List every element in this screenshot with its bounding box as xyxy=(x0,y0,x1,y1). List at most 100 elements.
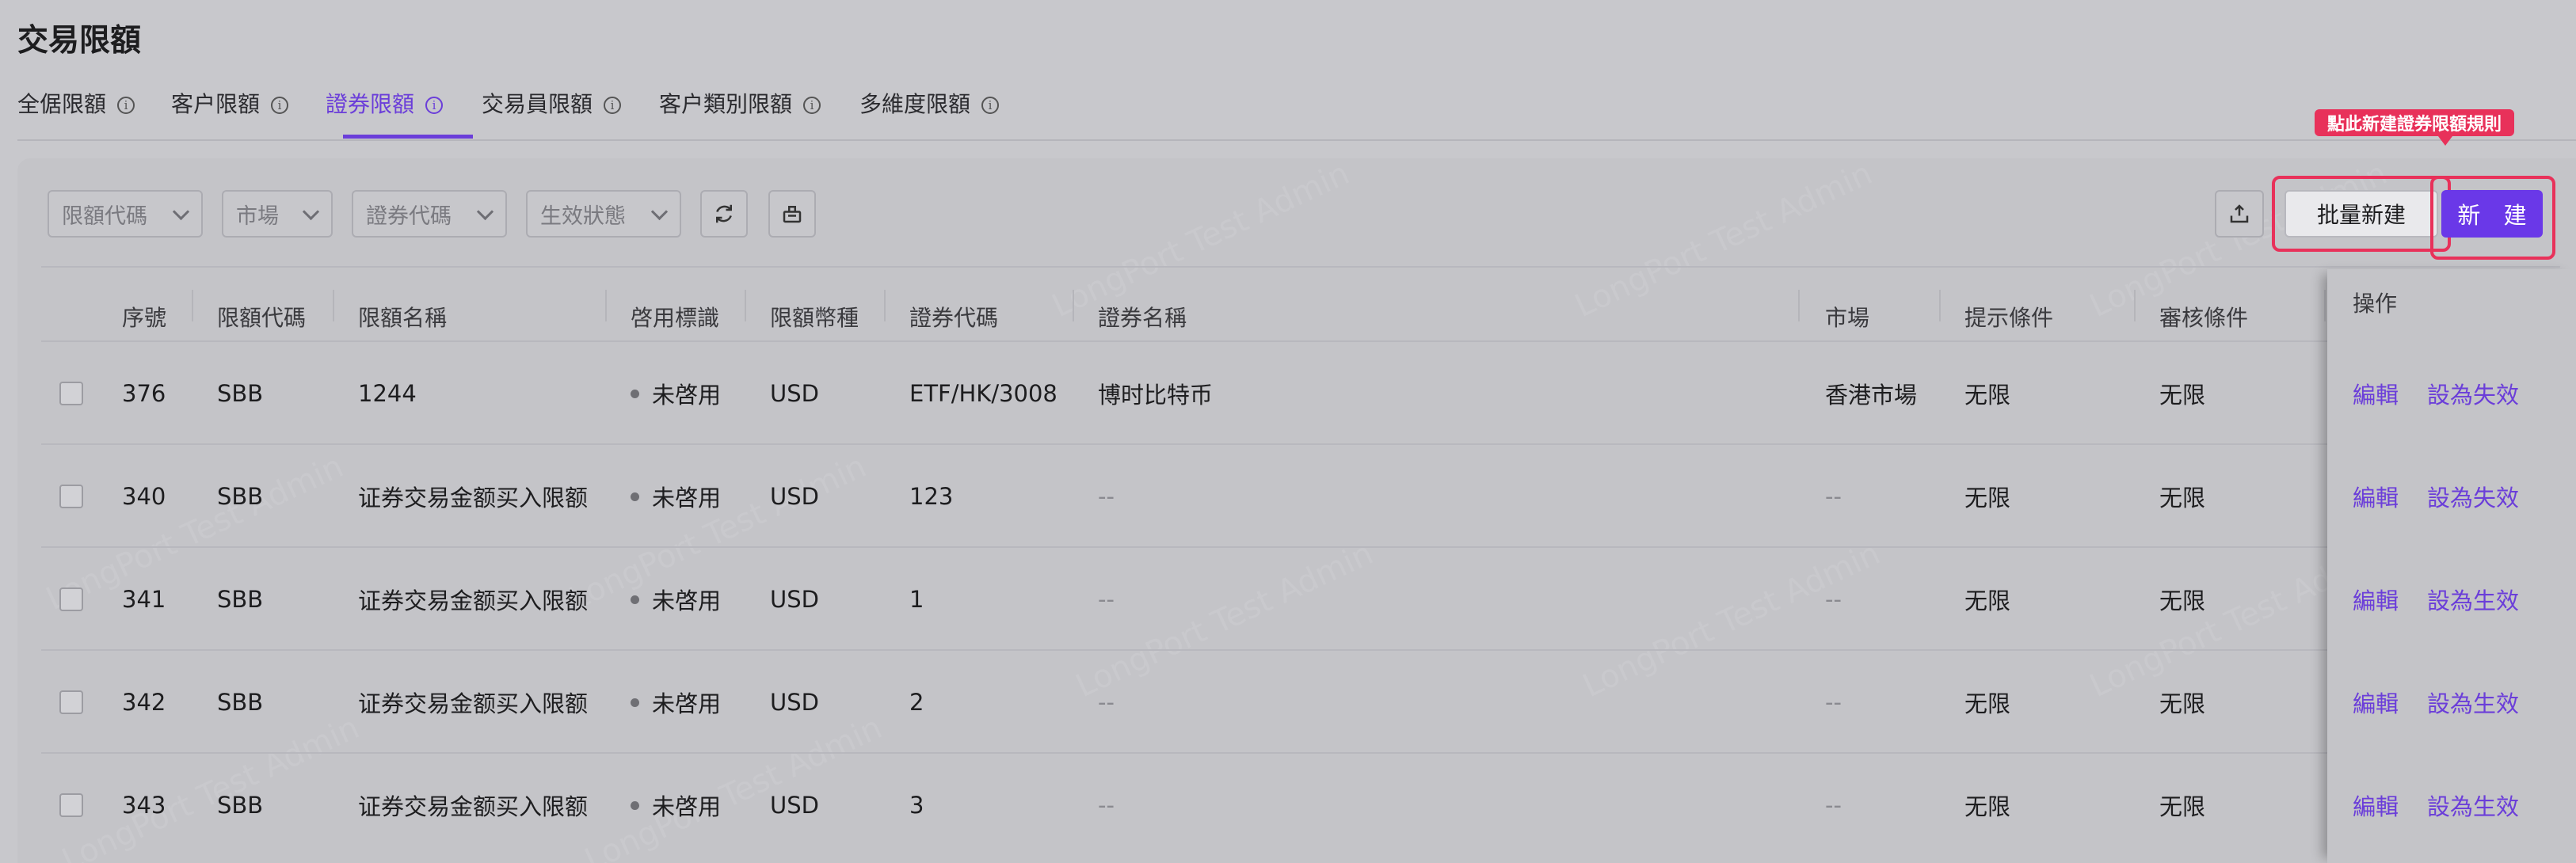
cell-market: -- xyxy=(1825,792,1842,819)
watermark: LongPort Test Admin xyxy=(1046,158,1355,325)
security-code-filter[interactable]: 證券代碼 xyxy=(352,190,507,238)
cell-alert-condition: 无限 xyxy=(1964,793,2011,820)
cell-limit-name: 证券交易金额买入限额 xyxy=(358,587,589,614)
filter-placeholder: 市場 xyxy=(236,203,279,229)
info-icon[interactable]: i xyxy=(117,97,135,114)
status-text: 未啓用 xyxy=(652,382,722,409)
limit-code-filter[interactable]: 限額代碼 xyxy=(48,190,203,238)
cell-currency: USD xyxy=(770,792,819,819)
chevron-down-icon xyxy=(476,203,494,221)
status-filter[interactable]: 生效狀態 xyxy=(526,190,681,238)
refresh-icon xyxy=(716,204,732,223)
table-row[interactable]: 343 SBB 证券交易金额买入限额 未啓用 USD 3 -- -- 无限 无限 xyxy=(0,754,2576,857)
edit-link[interactable]: 編輯 xyxy=(2353,548,2399,651)
cell-currency: USD xyxy=(770,380,819,407)
cell-security-name: -- xyxy=(1098,586,1115,613)
chevron-down-icon xyxy=(650,203,669,221)
tab-label: 多維度限額 xyxy=(859,91,971,117)
header-market: 市場 xyxy=(1825,305,1870,331)
cell-review-condition: 无限 xyxy=(2159,485,2206,511)
chevron-down-icon xyxy=(172,203,190,221)
cell-limit-code: SBB xyxy=(217,689,264,716)
market-filter[interactable]: 市場 xyxy=(222,190,333,238)
cell-enable-flag: 未啓用 xyxy=(631,342,721,445)
status-dot-icon xyxy=(631,492,639,501)
tab-client-limit[interactable]: 客户限額 i xyxy=(171,87,289,119)
edit-link[interactable]: 編輯 xyxy=(2353,342,2399,445)
cell-seq: 343 xyxy=(122,792,166,819)
edit-link[interactable]: 編輯 xyxy=(2353,445,2399,548)
table-row[interactable]: 376 SBB 1244 未啓用 USD ETF/HK/3008 博时比特币 香… xyxy=(0,342,2576,445)
watermark: LongPort Test Admin xyxy=(1569,158,1878,325)
header-enable-flag: 啓用標識 xyxy=(631,305,720,331)
table-row[interactable]: 340 SBB 证券交易金额买入限额 未啓用 USD 123 -- -- 无限 … xyxy=(0,445,2576,548)
cell-seq: 376 xyxy=(122,380,166,407)
cell-currency: USD xyxy=(770,483,819,510)
cell-alert-condition: 无限 xyxy=(1964,382,2011,409)
header-security-code: 證券代碼 xyxy=(909,305,999,331)
cell-security-name: -- xyxy=(1098,792,1115,819)
status-dot-icon xyxy=(631,698,639,707)
tab-global-limit[interactable]: 全倨限額 i xyxy=(17,87,135,119)
cell-seq: 342 xyxy=(122,689,166,716)
edit-link[interactable]: 編輯 xyxy=(2353,754,2399,857)
create-button[interactable]: 新 建 xyxy=(2441,190,2543,238)
cell-alert-condition: 无限 xyxy=(1964,587,2011,614)
header-security-name: 證券名稱 xyxy=(1098,305,1187,331)
cell-security-code: ETF/HK/3008 xyxy=(909,380,1057,407)
column-separator xyxy=(2134,290,2136,321)
tab-label: 客户限額 xyxy=(171,91,261,117)
header-actions: 操作 xyxy=(2353,291,2398,317)
cell-limit-code: SBB xyxy=(217,792,264,819)
cell-security-code: 3 xyxy=(909,792,924,819)
info-icon[interactable]: i xyxy=(271,97,289,114)
divider xyxy=(41,266,2560,268)
cell-limit-name: 1244 xyxy=(358,380,417,407)
export-button[interactable] xyxy=(2215,190,2264,238)
toggle-status-link[interactable]: 設為生效 xyxy=(2427,651,2519,754)
tab-multi-dimension-limit[interactable]: 多維度限額 i xyxy=(859,87,1000,119)
table-row[interactable]: 341 SBB 证券交易金额买入限额 未啓用 USD 1 -- -- 无限 无限 xyxy=(0,548,2576,651)
tab-client-category-limit[interactable]: 客户類別限額 i xyxy=(659,87,821,119)
toggle-status-link[interactable]: 設為生效 xyxy=(2427,548,2519,651)
refresh-button[interactable] xyxy=(700,190,748,238)
cell-currency: USD xyxy=(770,689,819,716)
row-checkbox[interactable] xyxy=(59,690,83,714)
batch-create-button[interactable]: 批量新建 xyxy=(2284,190,2438,238)
info-icon[interactable]: i xyxy=(981,97,1000,114)
export-icon xyxy=(2230,204,2249,223)
cell-market: -- xyxy=(1825,689,1842,716)
row-checkbox[interactable] xyxy=(59,485,83,508)
clear-button[interactable] xyxy=(768,190,816,238)
table-row[interactable]: 342 SBB 证券交易金额买入限额 未啓用 USD 2 -- -- 无限 无限 xyxy=(0,651,2576,754)
row-checkbox[interactable] xyxy=(59,587,83,611)
cell-security-code: 2 xyxy=(909,689,924,716)
tab-trader-limit[interactable]: 交易員限額 i xyxy=(482,87,622,119)
toggle-status-link[interactable]: 設為生效 xyxy=(2427,754,2519,857)
cell-limit-code: SBB xyxy=(217,483,264,510)
cell-enable-flag: 未啓用 xyxy=(631,754,721,857)
cell-limit-name: 证券交易金额买入限额 xyxy=(358,485,589,511)
row-checkbox[interactable] xyxy=(59,382,83,405)
cell-market: -- xyxy=(1825,586,1842,613)
header-seq: 序號 xyxy=(122,305,167,331)
cell-limit-code: SBB xyxy=(217,586,264,613)
info-icon[interactable]: i xyxy=(604,97,622,114)
info-icon[interactable]: i xyxy=(425,97,444,114)
cell-review-condition: 无限 xyxy=(2159,690,2206,717)
tab-security-limit[interactable]: 證券限額 i xyxy=(326,87,444,119)
chevron-down-icon xyxy=(302,203,320,221)
cell-security-code: 123 xyxy=(909,483,954,510)
column-separator xyxy=(1798,290,1800,321)
info-icon[interactable]: i xyxy=(803,97,821,114)
row-checkbox[interactable] xyxy=(59,793,83,817)
edit-link[interactable]: 編輯 xyxy=(2353,651,2399,754)
toggle-status-link[interactable]: 設為失效 xyxy=(2427,342,2519,445)
cell-market: -- xyxy=(1825,483,1842,510)
status-dot-icon xyxy=(631,800,639,810)
broom-icon xyxy=(783,206,802,223)
tab-bar: 全倨限額 i 客户限額 i 證券限額 i 交易員限額 i 客户類別限額 i 多維度限額 i xyxy=(17,82,2576,141)
cell-seq: 340 xyxy=(122,483,166,510)
cell-alert-condition: 无限 xyxy=(1964,690,2011,717)
toggle-status-link[interactable]: 設為失效 xyxy=(2427,445,2519,548)
